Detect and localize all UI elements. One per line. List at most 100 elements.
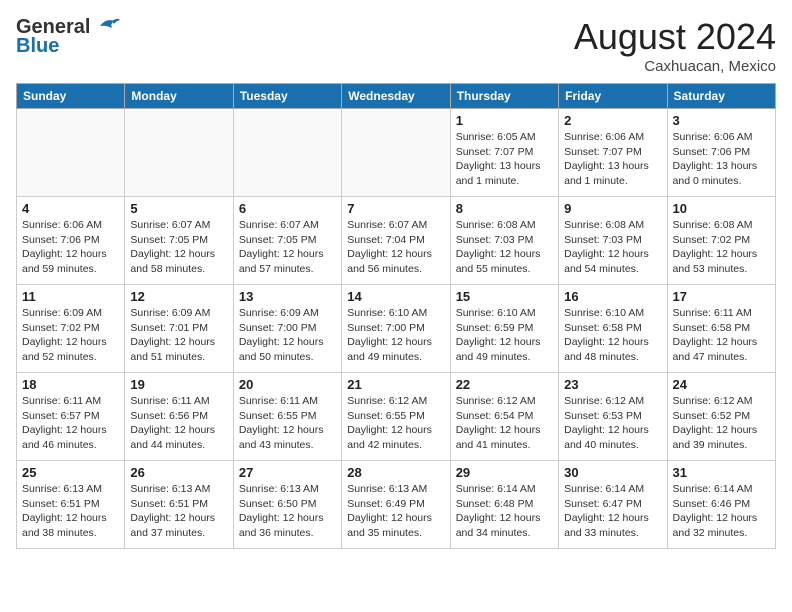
day-info: Sunrise: 6:14 AMSunset: 6:47 PMDaylight:… [564,482,661,541]
table-row: 4Sunrise: 6:06 AMSunset: 7:06 PMDaylight… [17,197,125,285]
day-info: Sunrise: 6:07 AMSunset: 7:05 PMDaylight:… [239,218,336,277]
day-number: 18 [22,377,119,392]
header-friday: Friday [559,84,667,109]
day-number: 19 [130,377,227,392]
day-info: Sunrise: 6:14 AMSunset: 6:46 PMDaylight:… [673,482,770,541]
day-number: 10 [673,201,770,216]
day-info: Sunrise: 6:12 AMSunset: 6:54 PMDaylight:… [456,394,553,453]
day-number: 5 [130,201,227,216]
day-info: Sunrise: 6:13 AMSunset: 6:49 PMDaylight:… [347,482,444,541]
week-row-4: 18 Sunrise: 6:11 AMSunset: 6:57 PMDayligh… [17,373,776,461]
table-row [233,109,341,197]
table-row: 17 Sunrise: 6:11 AMSunset: 6:58 PMDayligh… [667,285,775,373]
day-number: 2 [564,113,661,128]
day-info: Sunrise: 6:11 AMSunset: 6:58 PMDaylight:… [673,306,770,365]
header-saturday: Saturday [667,84,775,109]
day-number: 4 [22,201,119,216]
day-number: 6 [239,201,336,216]
day-info: Sunrise: 6:06 AMSunset: 7:07 PMDaylight:… [564,130,661,189]
table-row: 26 Sunrise: 6:13 AMSunset: 6:51 PMDayligh… [125,461,233,549]
week-row-2: 4Sunrise: 6:06 AMSunset: 7:06 PMDaylight… [17,197,776,285]
week-row-5: 25 Sunrise: 6:13 AMSunset: 6:51 PMDayligh… [17,461,776,549]
day-info: Sunrise: 6:12 AMSunset: 6:52 PMDaylight:… [673,394,770,453]
day-info: Sunrise: 6:09 AMSunset: 7:02 PMDaylight:… [22,306,119,365]
table-row: 18 Sunrise: 6:11 AMSunset: 6:57 PMDayligh… [17,373,125,461]
day-number: 31 [673,465,770,480]
table-row: 9 Sunrise: 6:08 AMSunset: 7:03 PMDaylight… [559,197,667,285]
day-number: 29 [456,465,553,480]
logo-bird-icon [92,16,122,38]
table-row: 1 Sunrise: 6:05 AMSunset: 7:07 PMDaylight… [450,109,558,197]
logo-blue-text: Blue [16,35,59,58]
day-number: 24 [673,377,770,392]
day-info: Sunrise: 6:10 AMSunset: 6:59 PMDaylight:… [456,306,553,365]
table-row: 19 Sunrise: 6:11 AMSunset: 6:56 PMDayligh… [125,373,233,461]
table-row: 21Sunrise: 6:12 AMSunset: 6:55 PMDayligh… [342,373,450,461]
day-number: 16 [564,289,661,304]
day-number: 15 [456,289,553,304]
day-info: Sunrise: 6:11 AMSunset: 6:55 PMDaylight:… [239,394,336,453]
table-row: 24 Sunrise: 6:12 AMSunset: 6:52 PMDayligh… [667,373,775,461]
table-row: 22 Sunrise: 6:12 AMSunset: 6:54 PMDayligh… [450,373,558,461]
day-info: Sunrise: 6:07 AMSunset: 7:04 PMDaylight:… [347,218,444,277]
table-row: 16 Sunrise: 6:10 AMSunset: 6:58 PMDayligh… [559,285,667,373]
table-row: 5Sunrise: 6:07 AMSunset: 7:05 PMDaylight… [125,197,233,285]
day-info: Sunrise: 6:12 AMSunset: 6:55 PMDaylight:… [347,394,444,453]
day-info: Sunrise: 6:09 AMSunset: 7:01 PMDaylight:… [130,306,227,365]
month-year: August 2024 [574,16,776,58]
day-info: Sunrise: 6:10 AMSunset: 6:58 PMDaylight:… [564,306,661,365]
table-row: 29Sunrise: 6:14 AMSunset: 6:48 PMDayligh… [450,461,558,549]
day-info: Sunrise: 6:08 AMSunset: 7:03 PMDaylight:… [564,218,661,277]
day-number: 12 [130,289,227,304]
day-info: Sunrise: 6:08 AMSunset: 7:03 PMDaylight:… [456,218,553,277]
day-number: 25 [22,465,119,480]
page-header: General Blue August 2024 Caxhuacan, Mexi… [16,16,776,75]
day-number: 26 [130,465,227,480]
day-number: 14 [347,289,444,304]
day-number: 8 [456,201,553,216]
day-number: 28 [347,465,444,480]
week-row-3: 11Sunrise: 6:09 AMSunset: 7:02 PMDayligh… [17,285,776,373]
day-info: Sunrise: 6:05 AMSunset: 7:07 PMDaylight:… [456,130,553,189]
table-row: 8 Sunrise: 6:08 AMSunset: 7:03 PMDaylight… [450,197,558,285]
table-row: 25Sunrise: 6:13 AMSunset: 6:51 PMDayligh… [17,461,125,549]
table-row: 12 Sunrise: 6:09 AMSunset: 7:01 PMDayligh… [125,285,233,373]
table-row: 30 Sunrise: 6:14 AMSunset: 6:47 PMDayligh… [559,461,667,549]
table-row: 2 Sunrise: 6:06 AMSunset: 7:07 PMDaylight… [559,109,667,197]
day-info: Sunrise: 6:09 AMSunset: 7:00 PMDaylight:… [239,306,336,365]
location: Caxhuacan, Mexico [574,58,776,75]
day-number: 20 [239,377,336,392]
table-row: 27Sunrise: 6:13 AMSunset: 6:50 PMDayligh… [233,461,341,549]
header-thursday: Thursday [450,84,558,109]
table-row: 6 Sunrise: 6:07 AMSunset: 7:05 PMDaylight… [233,197,341,285]
table-row: 15 Sunrise: 6:10 AMSunset: 6:59 PMDayligh… [450,285,558,373]
table-row: 10 Sunrise: 6:08 AMSunset: 7:02 PMDayligh… [667,197,775,285]
table-row: 23 Sunrise: 6:12 AMSunset: 6:53 PMDayligh… [559,373,667,461]
table-row: 13 Sunrise: 6:09 AMSunset: 7:00 PMDayligh… [233,285,341,373]
day-number: 17 [673,289,770,304]
table-row: 31 Sunrise: 6:14 AMSunset: 6:46 PMDayligh… [667,461,775,549]
table-row: 11Sunrise: 6:09 AMSunset: 7:02 PMDayligh… [17,285,125,373]
header-monday: Monday [125,84,233,109]
day-info: Sunrise: 6:10 AMSunset: 7:00 PMDaylight:… [347,306,444,365]
day-info: Sunrise: 6:13 AMSunset: 6:51 PMDaylight:… [130,482,227,541]
header-wednesday: Wednesday [342,84,450,109]
table-row [17,109,125,197]
day-number: 3 [673,113,770,128]
day-info: Sunrise: 6:11 AMSunset: 6:56 PMDaylight:… [130,394,227,453]
day-info: Sunrise: 6:11 AMSunset: 6:57 PMDaylight:… [22,394,119,453]
table-row: 28 Sunrise: 6:13 AMSunset: 6:49 PMDayligh… [342,461,450,549]
day-number: 9 [564,201,661,216]
day-info: Sunrise: 6:12 AMSunset: 6:53 PMDaylight:… [564,394,661,453]
table-row: 3Sunrise: 6:06 AMSunset: 7:06 PMDaylight… [667,109,775,197]
table-row [342,109,450,197]
day-number: 1 [456,113,553,128]
day-info: Sunrise: 6:08 AMSunset: 7:02 PMDaylight:… [673,218,770,277]
day-number: 22 [456,377,553,392]
day-number: 30 [564,465,661,480]
logo: General Blue [16,16,122,58]
days-header-row: Sunday Monday Tuesday Wednesday Thursday… [17,84,776,109]
day-number: 23 [564,377,661,392]
day-number: 13 [239,289,336,304]
day-info: Sunrise: 6:13 AMSunset: 6:50 PMDaylight:… [239,482,336,541]
